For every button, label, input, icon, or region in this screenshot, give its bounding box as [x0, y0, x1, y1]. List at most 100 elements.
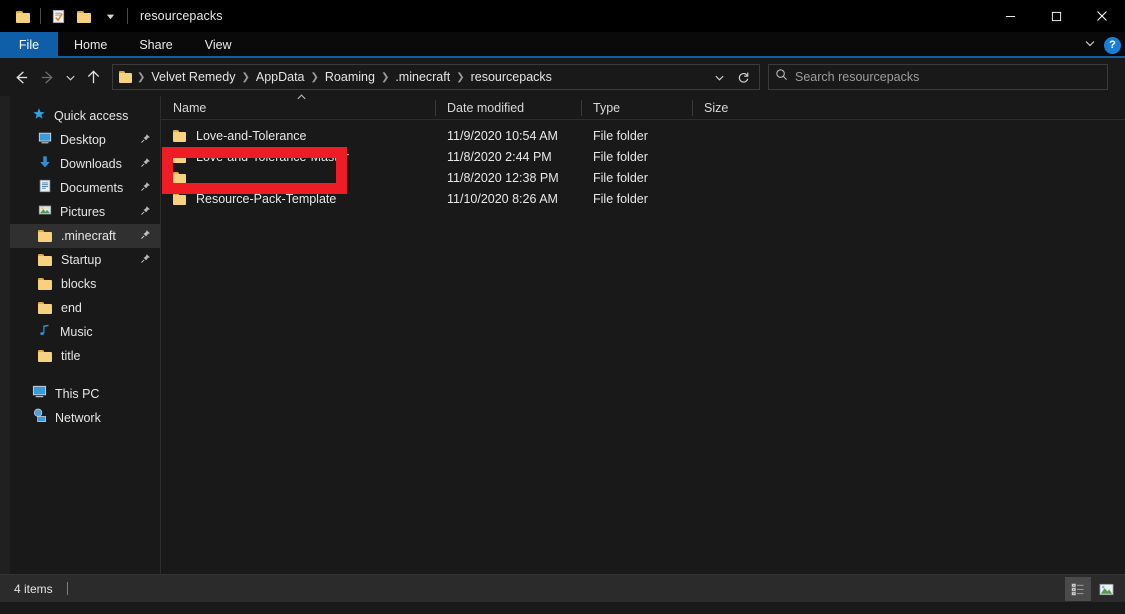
- table-row[interactable]: Resource-Pack-Template 11/10/2020 8:26 A…: [161, 188, 1125, 209]
- download-icon: [38, 155, 52, 174]
- desktop-icon: [38, 131, 52, 150]
- table-row[interactable]: 11/8/2020 12:38 PM File folder: [161, 167, 1125, 188]
- column-label: Name: [173, 100, 207, 115]
- file-name-label: Love-and-Tolerance: [196, 128, 307, 143]
- file-date-cell: 11/9/2020 10:54 AM: [447, 128, 558, 143]
- forward-button[interactable]: [34, 64, 60, 90]
- this-pc-icon: [32, 384, 47, 404]
- breadcrumb-separator: ❯: [456, 71, 465, 83]
- breadcrumb: ❯ Velvet Remedy ❯ AppData ❯ Roaming ❯ .m…: [117, 70, 707, 84]
- pin-icon[interactable]: [140, 251, 151, 269]
- large-icons-view-icon[interactable]: [1093, 577, 1119, 601]
- maximize-icon[interactable]: [1033, 0, 1079, 32]
- chevron-down-icon[interactable]: [1084, 36, 1096, 54]
- breadcrumb-item-1[interactable]: AppData: [251, 70, 310, 84]
- file-type-cell: File folder: [593, 149, 648, 164]
- file-name-cell[interactable]: Love-and-Tolerance-Master: [161, 146, 435, 167]
- breadcrumb-bar[interactable]: ❯ Velvet Remedy ❯ AppData ❯ Roaming ❯ .m…: [112, 64, 760, 90]
- breadcrumb-separator: ❯: [380, 71, 390, 83]
- file-name-cell[interactable]: Resource-Pack-Template: [161, 188, 435, 209]
- sidebar-item-startup[interactable]: Startup: [10, 248, 160, 272]
- customize-chevron-icon[interactable]: [97, 3, 123, 29]
- column-header-size[interactable]: Size: [692, 96, 776, 120]
- up-button[interactable]: [80, 64, 106, 90]
- file-name-cell[interactable]: Love-and-Tolerance: [161, 125, 435, 146]
- tab-share[interactable]: Share: [123, 32, 188, 58]
- file-name-cell[interactable]: [161, 167, 435, 188]
- sidebar-item-downloads[interactable]: Downloads: [10, 152, 160, 176]
- search-box[interactable]: Search resourcepacks: [768, 64, 1108, 90]
- column-header-date-modified[interactable]: Date modified: [435, 96, 581, 120]
- table-row[interactable]: Love-and-Tolerance-Master 11/8/2020 2:44…: [161, 146, 1125, 167]
- column-header-type[interactable]: Type: [581, 96, 692, 120]
- ribbon-accent-line: [0, 56, 1125, 58]
- sidebar-item-pictures[interactable]: Pictures: [10, 200, 160, 224]
- folder-icon: [38, 230, 53, 242]
- tab-home[interactable]: Home: [58, 32, 123, 58]
- sidebar-item-blocks[interactable]: blocks: [10, 272, 160, 296]
- network-icon: [32, 408, 47, 428]
- document-icon: [38, 179, 52, 198]
- refresh-icon[interactable]: [731, 65, 755, 89]
- ribbon-right-controls: ?: [1084, 32, 1121, 58]
- breadcrumb-item-3[interactable]: .minecraft: [390, 70, 455, 84]
- pin-icon[interactable]: [140, 203, 151, 221]
- sidebar-item-network[interactable]: Network: [10, 406, 160, 430]
- file-size-cell: [692, 188, 776, 209]
- folder-icon[interactable]: [10, 3, 36, 29]
- navigation-scrollbar[interactable]: [0, 96, 10, 574]
- title-bar: resourcepacks: [0, 0, 1125, 32]
- sidebar-item-label: This PC: [55, 387, 100, 401]
- view-mode-buttons: [1065, 575, 1119, 603]
- minimize-icon[interactable]: [987, 0, 1033, 32]
- tab-view[interactable]: View: [189, 32, 248, 58]
- new-folder-icon[interactable]: [71, 3, 97, 29]
- pin-icon[interactable]: [140, 227, 151, 245]
- sidebar-item-title[interactable]: title: [10, 344, 160, 368]
- music-icon: [38, 323, 52, 342]
- status-bar: 4 items: [0, 574, 1125, 602]
- tab-file[interactable]: File: [0, 32, 58, 58]
- sidebar-item-music[interactable]: Music: [10, 320, 160, 344]
- breadcrumb-item-2[interactable]: Roaming: [320, 70, 380, 84]
- sidebar-item-desktop[interactable]: Desktop: [10, 128, 160, 152]
- pin-icon[interactable]: [140, 179, 151, 197]
- main-body: Quick access Desktop Downloads Documents…: [0, 93, 1125, 574]
- help-icon[interactable]: ?: [1104, 36, 1121, 54]
- sidebar-item-label: Startup: [61, 253, 102, 267]
- breadcrumb-folder-icon[interactable]: [119, 71, 133, 83]
- sidebar-item-label: end: [61, 301, 82, 315]
- sidebar-item-documents[interactable]: Documents: [10, 176, 160, 200]
- pin-icon[interactable]: [140, 131, 151, 149]
- breadcrumb-separator: ❯: [137, 71, 146, 83]
- table-row[interactable]: Love-and-Tolerance 11/9/2020 10:54 AM Fi…: [161, 125, 1125, 146]
- back-button[interactable]: [8, 64, 34, 90]
- sidebar-item-minecraft[interactable]: .minecraft: [10, 224, 160, 248]
- pictures-icon: [38, 203, 52, 222]
- path-dropdown-icon[interactable]: [707, 65, 731, 89]
- breadcrumb-tools: [707, 65, 755, 89]
- sidebar-item-label: title: [61, 349, 81, 363]
- sidebar-item-this-pc[interactable]: This PC: [10, 382, 160, 406]
- sidebar-item-label: .minecraft: [61, 229, 116, 243]
- sidebar-group-quick-access[interactable]: Quick access: [10, 104, 160, 128]
- file-name-label: Love-and-Tolerance-Master: [196, 149, 349, 164]
- window-controls: [987, 0, 1125, 32]
- sidebar-item-label: Music: [60, 325, 93, 339]
- pin-icon[interactable]: [140, 155, 151, 173]
- folder-icon: [173, 150, 187, 163]
- breadcrumb-item-0[interactable]: Velvet Remedy: [146, 70, 240, 84]
- file-type-cell: File folder: [593, 170, 648, 185]
- sidebar-item-end[interactable]: end: [10, 296, 160, 320]
- details-view-icon[interactable]: [1065, 577, 1091, 601]
- ribbon-tabs: File Home Share View ?: [0, 32, 1125, 58]
- breadcrumb-item-4[interactable]: resourcepacks: [466, 70, 557, 84]
- column-header-name[interactable]: Name: [161, 93, 435, 120]
- file-rows: Love-and-Tolerance 11/9/2020 10:54 AM Fi…: [161, 120, 1125, 209]
- close-icon[interactable]: [1079, 0, 1125, 32]
- properties-icon[interactable]: [45, 3, 71, 29]
- folder-icon: [38, 302, 53, 314]
- recent-locations-button[interactable]: [60, 64, 80, 90]
- search-input[interactable]: Search resourcepacks: [795, 70, 919, 84]
